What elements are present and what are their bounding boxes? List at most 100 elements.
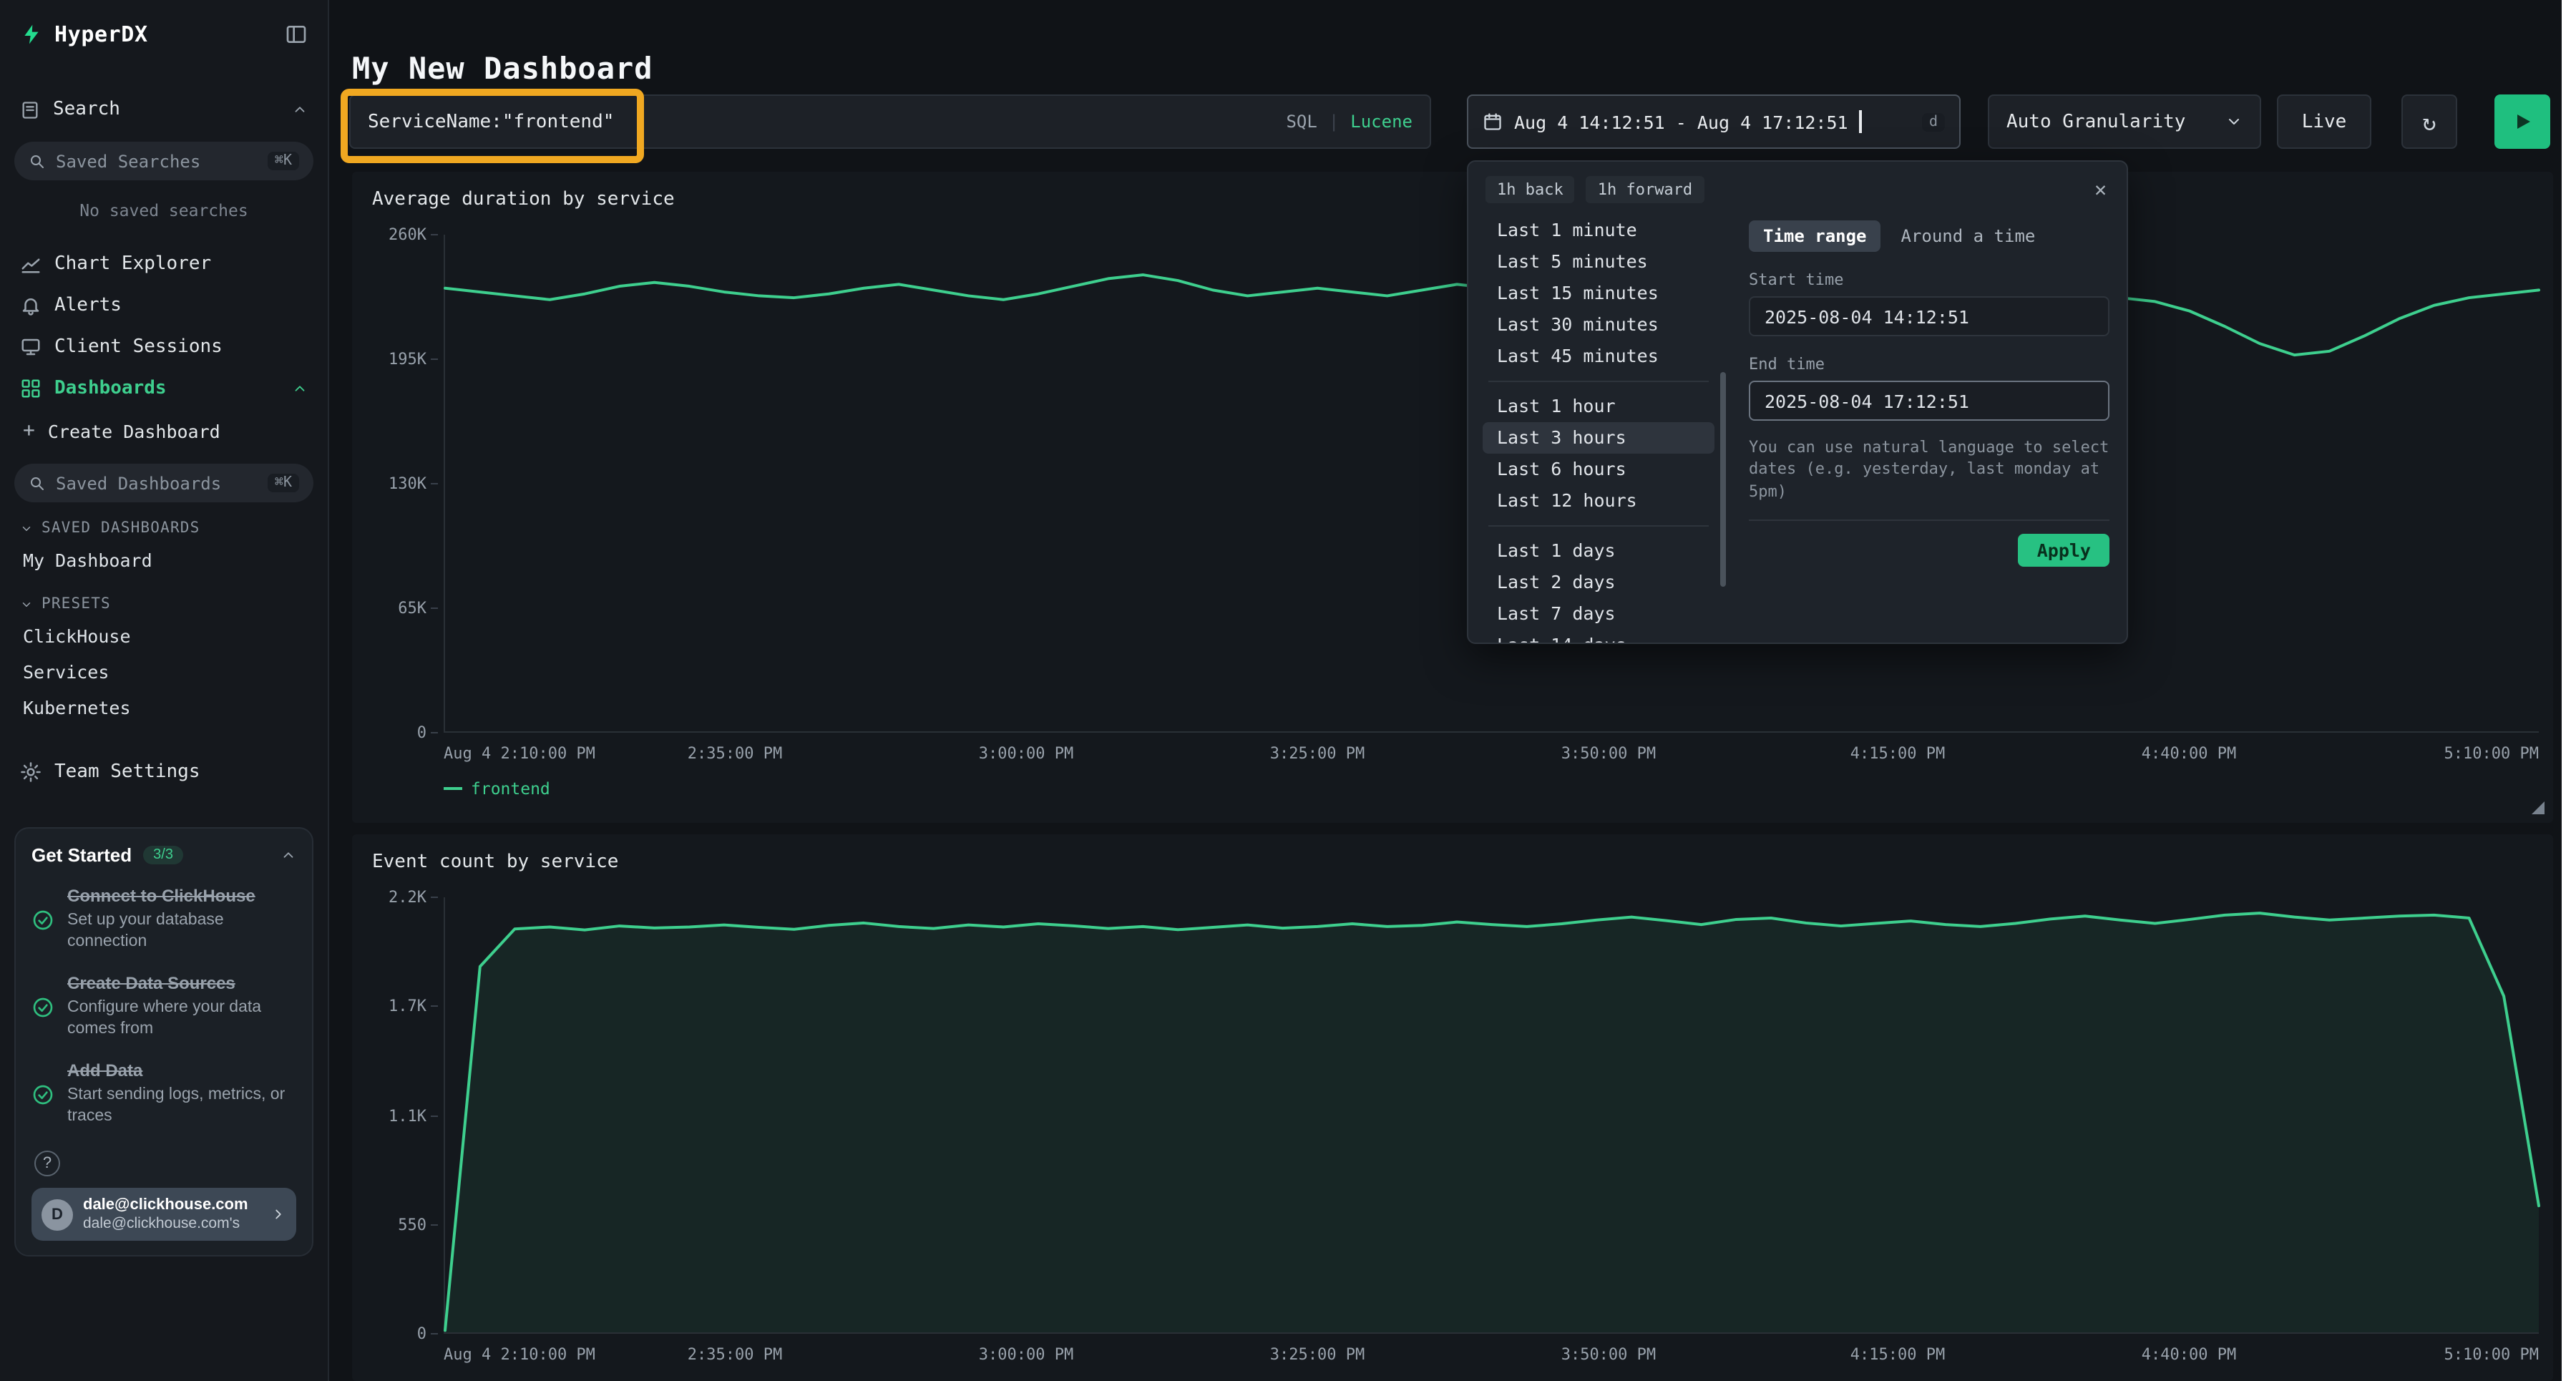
start-time-label: Start time [1749,270,2109,289]
sidebar-item-alerts[interactable]: Alerts [0,285,328,326]
sidebar-item-services[interactable]: Services [0,654,328,690]
sidebar-item-dashboards[interactable]: Dashboards [0,368,328,409]
close-icon[interactable]: ✕ [2092,178,2109,201]
time-preset-last-7-days[interactable]: Last 7 days [1483,598,1714,630]
sidebar-item-client-sessions[interactable]: Client Sessions [0,326,328,368]
end-time-label: End time [1749,355,2109,374]
sidebar-item-search[interactable]: Search [0,89,328,130]
gear-icon [20,761,42,783]
user-email: dale@clickhouse.com [83,1196,248,1214]
time-preset-last-15-minutes[interactable]: Last 15 minutes [1483,278,1714,309]
time-preset-last-30-minutes[interactable]: Last 30 minutes [1483,309,1714,341]
chevron-up-icon [280,847,296,863]
client-sessions-label: Client Sessions [54,336,223,358]
sidebar-item-chart-explorer[interactable]: Chart Explorer [0,243,328,285]
time-range-input[interactable]: Aug 4 14:12:51 - Aug 4 17:12:51 d [1467,94,1961,149]
run-query-button[interactable] [2494,94,2550,149]
refresh-button[interactable]: ↻ [2401,94,2457,149]
user-menu[interactable]: D dale@clickhouse.com dale@clickhouse.co… [31,1187,296,1241]
get-started-item-title: Connect to ClickHouse [67,886,296,907]
brand-name: HyperDX [54,21,148,47]
x-tick-label: 2:35:00 PM [688,1345,782,1364]
get-started-item-data-sources[interactable]: Create Data Sources Configure where your… [31,973,296,1040]
x-tick-label: 5:10:00 PM [2444,744,2539,763]
plot-area[interactable] [444,897,2539,1334]
chart-explorer-label: Chart Explorer [54,253,211,275]
sidebar-item-my-dashboard[interactable]: My Dashboard [0,542,328,578]
x-tick-label: Aug 4 2:10:00 PM [444,1345,595,1364]
x-tick-label: 5:10:00 PM [2444,1345,2539,1364]
saved-dashboards-section-header[interactable]: SAVED DASHBOARDS [0,502,328,542]
time-preset-last-1-hour[interactable]: Last 1 hour [1483,391,1714,422]
y-tick-label: 130K [389,474,438,493]
y-tick-label: 2.2K [389,888,438,907]
shortcut-badge: ⌘K [268,474,299,492]
chart-legend: frontend [444,1378,550,1381]
avatar: D [42,1199,73,1230]
legend-item-frontend[interactable]: frontend [444,1378,550,1381]
get-started-item-add-data[interactable]: Add Data Start sending logs, metrics, or… [31,1060,296,1128]
saved-dashboards-header-label: SAVED DASHBOARDS [42,519,200,537]
sql-mode-toggle[interactable]: SQL [1286,112,1317,132]
legend-label: frontend [471,1378,550,1381]
live-button[interactable]: Live [2277,94,2371,149]
start-time-input[interactable]: 2025-08-04 14:12:51 [1749,296,2109,336]
main-content: My New Dashboard ServiceName:"frontend" … [329,0,2562,1381]
sidebar-item-kubernetes[interactable]: Kubernetes [0,690,328,726]
time-preset-last-12-hours[interactable]: Last 12 hours [1483,485,1714,517]
chart-panel-average-duration: Average duration by service 260K195K130K… [352,172,2553,823]
time-preset-last-2-days[interactable]: Last 2 days [1483,567,1714,598]
shift-forward-button[interactable]: 1h forward [1586,176,1704,203]
get-started-progress-badge: 3/3 [143,846,183,864]
keyboard-hint-badge: d [1922,112,1945,131]
x-tick-label: 3:00:00 PM [979,1345,1073,1364]
tab-time-range[interactable]: Time range [1749,220,1881,252]
sidebar: HyperDX Search Saved Searches ⌘K No s [0,0,329,1381]
plus-icon: + [23,419,35,442]
shift-back-button[interactable]: 1h back [1485,176,1575,203]
time-picker-tabs: Time range Around a time [1749,220,2109,252]
x-tick-label: 4:40:00 PM [2142,1345,2236,1364]
page-scrollbar[interactable] [2562,0,2576,1381]
lucene-mode-toggle[interactable]: Lucene [1350,112,1413,132]
time-picker-footer: Apply [1749,519,2109,581]
chart-title: Event count by service [372,851,618,873]
saved-searches-input[interactable]: Saved Searches ⌘K [14,142,313,180]
x-tick-label: 4:15:00 PM [1850,744,1945,763]
time-preset-last-6-hours[interactable]: Last 6 hours [1483,454,1714,485]
time-preset-last-14-days[interactable]: Last 14 days [1483,630,1714,643]
legend-item-frontend[interactable]: frontend [444,779,550,799]
sidebar-collapse-icon[interactable] [285,23,308,46]
sidebar-item-clickhouse[interactable]: ClickHouse [0,618,328,654]
presets-header-label: PRESETS [42,595,111,613]
y-tick-label: 195K [389,350,438,369]
search-query-input[interactable]: ServiceName:"frontend" SQL | Lucene [349,94,1431,149]
presets-section-header[interactable]: PRESETS [0,578,328,618]
sidebar-item-team-settings[interactable]: Team Settings [0,751,328,793]
scrollbar-thumb[interactable] [1720,372,1726,587]
tab-around-a-time[interactable]: Around a time [1887,220,2050,252]
create-dashboard-button[interactable]: + Create Dashboard [0,409,328,452]
search-icon [29,474,46,492]
time-picker-popover: 1h back 1h forward ✕ Last 1 minuteLast 5… [1467,160,2128,644]
time-preset-last-5-minutes[interactable]: Last 5 minutes [1483,246,1714,278]
no-saved-searches-text: No saved searches [0,200,328,220]
time-picker-header: 1h back 1h forward ✕ [1468,162,2127,209]
create-dashboard-label: Create Dashboard [48,420,220,441]
get-started-header[interactable]: Get Started 3/3 [31,844,296,866]
granularity-select[interactable]: Auto Granularity [1988,94,2261,149]
alerts-label: Alerts [54,295,122,316]
time-preset-last-1-minute[interactable]: Last 1 minute [1483,215,1714,246]
x-tick-label: 3:50:00 PM [1561,1345,1656,1364]
apply-button[interactable]: Apply [2019,534,2109,567]
get-started-item-connect[interactable]: Connect to ClickHouse Set up your databa… [31,886,296,953]
time-preset-last-3-hours[interactable]: Last 3 hours [1483,422,1714,454]
time-preset-last-45-minutes[interactable]: Last 45 minutes [1483,341,1714,372]
saved-dashboards-input[interactable]: Saved Dashboards ⌘K [14,464,313,502]
shortcut-badge: ⌘K [268,152,299,170]
x-axis: Aug 4 2:10:00 PM2:35:00 PM3:00:00 PM3:25… [444,1345,2539,1368]
help-button[interactable]: ? [34,1150,60,1176]
time-preset-last-1-days[interactable]: Last 1 days [1483,535,1714,567]
end-time-input[interactable]: 2025-08-04 17:12:51 [1749,381,2109,421]
panel-resize-handle[interactable] [2532,801,2545,814]
